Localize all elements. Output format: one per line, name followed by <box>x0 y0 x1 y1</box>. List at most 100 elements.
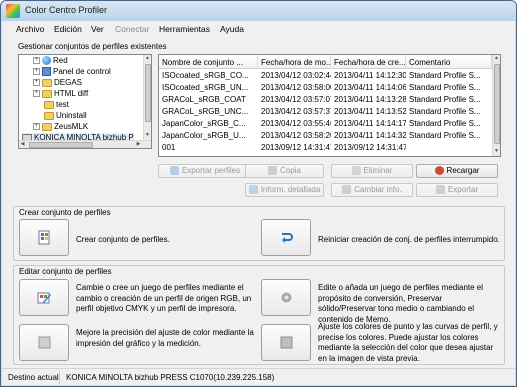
network-icon <box>42 56 51 66</box>
menu-edicion[interactable]: Edición <box>54 24 82 34</box>
copy-icon <box>268 166 278 176</box>
tree-item-label: Panel de control <box>53 67 111 76</box>
scroll-down-icon[interactable]: ▼ <box>493 148 500 155</box>
folder-icon <box>42 122 52 131</box>
table-cell: 2013/04/12 03:58:00 <box>261 83 331 92</box>
current-target-value: KONICA MINOLTA bizhub PRESS C1070(10.239… <box>66 373 275 382</box>
button-label: Exportar <box>447 185 479 194</box>
column-header[interactable]: Comentario <box>406 55 492 69</box>
folder-icon <box>42 78 52 87</box>
copy-button[interactable]: Copia <box>245 164 324 178</box>
table-cell: Standard Profile S... <box>409 95 481 104</box>
window-title: Color Centro Profiler <box>25 5 108 15</box>
menu-bar: Archivo Edición Ver Conectar Herramienta… <box>2 21 515 38</box>
edit-info-icon <box>342 185 352 195</box>
tree-item-red[interactable]: + Red <box>33 56 68 67</box>
table-cell: 2013/04/11 14:12:30 <box>334 71 406 80</box>
column-header[interactable]: Fecha/hora de mo... <box>258 55 331 69</box>
reload-button[interactable]: Recargar <box>416 164 498 178</box>
column-header[interactable]: Nombre de conjunto ... <box>159 55 258 69</box>
button-label: Exportar perfiles <box>181 166 241 175</box>
table-cell: GRACoL_sRGB_COAT <box>162 95 246 104</box>
table-cell: 2013/04/11 14:14:06 <box>334 83 406 92</box>
expand-icon[interactable]: + <box>33 68 40 76</box>
tree-item-degas[interactable]: + DEGAS <box>33 78 82 89</box>
table-cell: 2013/04/11 14:14:17 <box>334 119 406 128</box>
folder-icon <box>42 89 52 98</box>
folder-icon <box>44 111 54 120</box>
adjust-colors-description: Ajuste los colores de punto y las curvas… <box>318 322 498 363</box>
tree-item-uninstall[interactable]: Uninstall <box>44 111 87 122</box>
delete-button[interactable]: Eliminar <box>331 164 413 178</box>
resume-arrow-icon <box>282 233 293 243</box>
table-cell: 2013/04/12 03:57:07 <box>261 95 331 104</box>
column-header[interactable]: Fecha/hora de cre... <box>331 55 406 69</box>
adjust-colors-button[interactable] <box>261 324 311 361</box>
expand-icon[interactable]: + <box>33 123 40 131</box>
detailed-info-button[interactable]: Inform. detallada <box>245 183 324 197</box>
scroll-up-icon[interactable]: ▲ <box>144 55 151 62</box>
table-cell: 2013/09/12 14:31:47 <box>334 143 406 152</box>
scroll-thumb[interactable] <box>145 64 151 122</box>
change-profile-description: Cambie o cree un juego de perfiles media… <box>76 283 252 313</box>
tree-item-html-diff[interactable]: + HTML diff <box>33 89 88 100</box>
table-cell: 2013/04/12 03:57:37 <box>261 107 331 116</box>
table-cell: ISOcoated_sRGB_UN... <box>162 83 249 92</box>
create-section-heading: Crear conjunto de perfiles <box>19 208 111 217</box>
tree-item-zeusmlk[interactable]: + ZeusMLK <box>33 122 88 133</box>
button-label: Eliminar <box>363 166 393 175</box>
app-logo-icon <box>6 4 20 18</box>
tree-item-label: Uninstall <box>56 111 87 120</box>
table-cell: Standard Profile S... <box>409 107 481 116</box>
scroll-thumb[interactable] <box>29 142 93 148</box>
scroll-left-icon[interactable]: ◀ <box>19 141 26 148</box>
table-cell: 2013/04/11 14:13:52 <box>334 107 406 116</box>
export-icon <box>169 166 179 176</box>
table-vertical-scrollbar[interactable]: ▲ ▼ <box>492 55 500 156</box>
profile-edit-icon <box>37 292 51 304</box>
expand-icon[interactable]: + <box>33 79 40 87</box>
change-profile-button[interactable] <box>19 279 69 316</box>
edit-section-heading: Editar conjunto de perfiles <box>19 267 112 276</box>
scroll-up-icon[interactable]: ▲ <box>493 55 500 62</box>
table-cell: JapanColor_sRGB_U... <box>162 131 246 140</box>
tree-item-label: HTML diff <box>54 89 89 98</box>
profile-sets-table[interactable]: Nombre de conjunto ... Fecha/hora de mo.… <box>158 54 501 157</box>
menu-conectar[interactable]: Conectar <box>115 24 150 34</box>
export-button[interactable]: Exportar <box>416 183 498 197</box>
expand-icon[interactable]: + <box>33 90 40 98</box>
button-label: Copia <box>280 166 301 175</box>
menu-ver[interactable]: Ver <box>91 24 104 34</box>
edit-profile-settings-button[interactable] <box>261 279 311 316</box>
improve-precision-button[interactable] <box>19 324 69 361</box>
create-profile-set-button[interactable] <box>19 219 69 256</box>
precision-description: Mejore la precisión del ajuste de color … <box>76 328 254 348</box>
scroll-down-icon[interactable]: ▼ <box>144 132 151 139</box>
scroll-thumb[interactable] <box>494 64 500 144</box>
expand-icon[interactable]: + <box>33 57 40 65</box>
menu-herramientas[interactable]: Herramientas <box>159 24 210 34</box>
table-cell: Standard Profile S... <box>409 119 481 128</box>
table-cell: ISOcoated_sRGB_CO... <box>162 71 249 80</box>
reload-icon <box>434 166 444 176</box>
menu-ayuda[interactable]: Ayuda <box>220 24 244 34</box>
table-cell: Standard Profile S... <box>409 71 481 80</box>
scroll-right-icon[interactable]: ▶ <box>135 141 142 148</box>
button-label: Inform. detallada <box>260 185 321 194</box>
tree-item-control-panel[interactable]: + Panel de control <box>33 67 111 78</box>
table-cell: 2013/04/12 03:58:20 <box>261 131 331 140</box>
tree-item-test[interactable]: test <box>44 100 69 111</box>
tree-item-label: Red <box>53 56 68 65</box>
color-adjust-icon <box>280 336 293 349</box>
tree-horizontal-scrollbar[interactable]: ◀ ▶ <box>19 140 151 148</box>
status-bar: Destino actual KONICA MINOLTA bizhub PRE… <box>2 368 515 385</box>
profile-tree[interactable]: + Red + Panel de control + DEGAS + HTML diff… <box>18 54 152 149</box>
export-profiles-button[interactable]: Exportar perfiles <box>158 164 252 178</box>
table-cell: 2013/04/11 14:14:32 <box>334 131 406 140</box>
button-label: Cambiar info. <box>354 185 402 194</box>
info-icon <box>248 185 258 195</box>
menu-archivo[interactable]: Archivo <box>16 24 44 34</box>
change-info-button[interactable]: Cambiar info. <box>331 183 413 197</box>
resume-creation-button[interactable] <box>261 219 311 256</box>
tree-vertical-scrollbar[interactable]: ▲ ▼ <box>143 55 151 140</box>
